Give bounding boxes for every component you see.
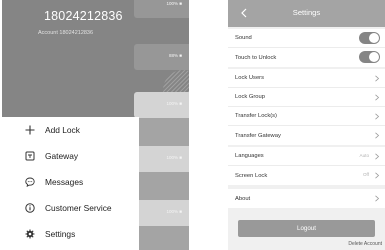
setting-row-sound: Sound	[228, 29, 385, 48]
menu-item-label: Messages	[45, 177, 84, 187]
plus-icon	[24, 124, 36, 136]
setting-row-lock-users[interactable]: Lock Users	[228, 69, 385, 88]
setting-label: Languages	[235, 153, 264, 159]
setting-row-touch-to-unlock: Touch to Unlock	[228, 48, 385, 67]
message-icon	[24, 176, 36, 188]
right-phone-screen: Settings Sound Touch to Unlock Lock User…	[228, 0, 385, 250]
toggle-knob	[369, 52, 379, 62]
account-id-label: Account 18024212836	[38, 30, 94, 36]
info-icon	[24, 202, 36, 214]
setting-label: Transfer Lock(s)	[235, 113, 277, 119]
setting-label: Touch to Unlock	[235, 54, 277, 61]
menu-item-label: Settings	[45, 229, 76, 239]
lock-management-group: Lock Users Lock Group Transfer Lock(s) T…	[228, 69, 385, 145]
about-group: About	[228, 189, 385, 208]
setting-value: Auto	[359, 153, 369, 158]
chevron-right-icon	[375, 113, 380, 120]
battery-level: 100% ■	[166, 1, 182, 6]
menu-item-add-lock[interactable]: Add Lock	[24, 122, 80, 138]
menu-item-messages[interactable]: Messages	[24, 174, 83, 190]
page-title: Settings	[292, 8, 321, 17]
menu-item-label: Add Lock	[45, 125, 80, 135]
battery-level: 100% ■	[166, 101, 182, 106]
setting-label: Sound	[235, 35, 252, 41]
gear-icon	[24, 228, 36, 240]
sound-toggle[interactable]	[359, 32, 380, 44]
chevron-right-icon	[375, 75, 380, 82]
setting-row-languages[interactable]: Languages Auto	[228, 147, 385, 166]
setting-label: About	[235, 195, 251, 202]
menu-item-settings[interactable]: Settings	[24, 226, 75, 242]
setting-row-lock-group[interactable]: Lock Group	[228, 88, 385, 107]
account-phone-number: 18024212836	[44, 9, 123, 23]
left-phone-screen: 18024212836 Account 18024212836 100% ■ 8…	[2, 0, 189, 250]
setting-row-screen-lock[interactable]: Screen Lock Off	[228, 166, 385, 185]
logout-area: Logout Delete Account	[228, 217, 385, 250]
logout-button[interactable]: Logout	[238, 220, 375, 237]
setting-row-transfer-gateway[interactable]: Transfer Gateway	[228, 126, 385, 145]
setting-label: Screen Lock	[235, 172, 268, 179]
toggle-settings-group: Sound Touch to Unlock	[228, 29, 385, 67]
preferences-group: Languages Auto Screen Lock Off	[228, 147, 385, 185]
menu-item-gateway[interactable]: Gateway	[24, 148, 78, 164]
side-drawer: Add Lock Gateway Messages Customer Servi…	[2, 117, 139, 250]
setting-row-about[interactable]: About	[228, 189, 385, 208]
settings-nav-bar: Settings	[228, 0, 385, 27]
battery-level: 100% ■	[166, 155, 182, 160]
screenshot-stage: 18024212836 Account 18024212836 100% ■ 8…	[0, 0, 385, 250]
battery-level: 100% ■	[166, 209, 182, 214]
setting-label: Lock Users	[235, 75, 264, 81]
setting-label: Transfer Gateway	[235, 132, 281, 139]
menu-item-customer-service[interactable]: Customer Service	[24, 200, 112, 216]
chevron-right-icon	[375, 94, 380, 101]
setting-label: Lock Group	[235, 94, 265, 100]
background-lock-card: 100% ■	[134, 146, 189, 172]
touch-to-unlock-toggle[interactable]	[359, 51, 380, 63]
toggle-knob	[369, 33, 379, 43]
chevron-right-icon	[375, 153, 380, 160]
delete-account-link[interactable]: Delete Account	[348, 241, 382, 247]
menu-item-label: Customer Service	[45, 203, 112, 213]
chevron-right-icon	[375, 195, 380, 202]
battery-level: 88% ■	[169, 53, 182, 58]
setting-value: Off	[362, 172, 369, 177]
background-lock-card: 100% ■	[134, 0, 189, 18]
chevron-right-icon	[375, 172, 380, 179]
chevron-right-icon	[375, 132, 380, 139]
background-lock-card: 100% ■	[134, 200, 189, 226]
background-lock-card: 100% ■	[134, 92, 189, 118]
setting-row-transfer-locks[interactable]: Transfer Lock(s)	[228, 107, 385, 126]
gateway-icon	[24, 150, 36, 162]
menu-item-label: Gateway	[45, 151, 79, 161]
background-lock-card: 88% ■	[134, 44, 189, 70]
